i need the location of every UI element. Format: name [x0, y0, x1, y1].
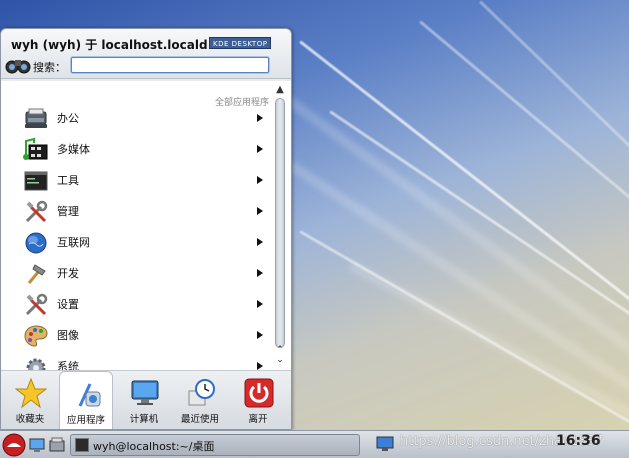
tab-favorites[interactable]: 收藏夹 — [3, 371, 57, 429]
menu-item-label: 互联网 — [57, 236, 90, 249]
taskbar: wyh@localhost:~/桌面 https://blog.csdn.net… — [0, 430, 629, 458]
tab-computer[interactable]: 计算机 — [117, 371, 171, 429]
tab-leave[interactable]: 离开 — [231, 371, 285, 429]
submenu-arrow-icon — [257, 114, 263, 122]
scroll-down-icon[interactable]: ⌃ ⌄ — [273, 345, 287, 369]
task-label: wyh@localhost:~/桌面 — [93, 440, 215, 453]
recent-clock-icon — [188, 379, 215, 406]
tab-label: 最近使用 — [180, 414, 219, 425]
search-input[interactable] — [71, 57, 269, 73]
submenu-arrow-icon — [257, 238, 263, 246]
menu-item-label: 设置 — [57, 298, 79, 311]
submenu-arrow-icon — [257, 145, 263, 153]
system-tools-icon — [25, 200, 48, 223]
list-scrollbar[interactable]: ▲ ⌃ ⌄ — [273, 83, 287, 369]
development-hammer-icon — [27, 264, 46, 284]
submenu-arrow-icon — [257, 207, 263, 215]
multimedia-icon — [23, 137, 48, 160]
menu-item-development[interactable]: 开发 — [1, 258, 271, 289]
menu-item-label: 开发 — [57, 267, 79, 280]
show-desktop-icon[interactable] — [28, 436, 46, 454]
submenu-arrow-icon — [257, 331, 263, 339]
menu-item-label: 图像 — [57, 329, 79, 342]
taskbar-clock[interactable]: 16:36 — [556, 433, 601, 449]
kickoff-menu: wyh (wyh) 于 localhost.localdomain KDE DE… — [0, 28, 292, 430]
internet-globe-icon — [25, 232, 47, 254]
terminal-icon — [75, 438, 89, 452]
tab-label: 收藏夹 — [15, 414, 45, 425]
menu-item-label: 办公 — [57, 112, 79, 125]
favorites-star-icon — [15, 377, 47, 409]
settings-tools-icon — [25, 293, 48, 316]
taskbar-task-terminal[interactable]: wyh@localhost:~/桌面 — [70, 434, 360, 456]
menu-item-label: 管理 — [57, 205, 79, 218]
user-host-label: wyh (wyh) 于 localhost.localdomain — [11, 38, 207, 52]
network-monitor-icon[interactable] — [376, 436, 394, 452]
tab-recently-used[interactable]: 最近使用 — [173, 371, 227, 429]
applications-icon — [78, 383, 101, 407]
search-label: 搜索： — [33, 61, 66, 74]
system-gear-icon — [26, 358, 46, 370]
graphics-palette-icon — [24, 325, 48, 347]
scrollbar-thumb[interactable] — [275, 98, 285, 348]
computer-monitor-icon — [131, 380, 159, 405]
menu-item-label: 工具 — [57, 174, 79, 187]
menu-item-label: 系统 — [57, 360, 79, 371]
submenu-arrow-icon — [257, 176, 263, 184]
utilities-terminal-icon — [24, 171, 48, 191]
menu-header: wyh (wyh) 于 localhost.localdomain KDE DE… — [1, 29, 291, 79]
submenu-arrow-icon — [257, 300, 263, 308]
menu-item-graphics[interactable]: 图像 — [1, 320, 271, 351]
tab-label: 离开 — [248, 414, 268, 425]
application-list: 全部应用程序 办公 多媒体 工具 管理 互联网 开发 设置 图像 系统 ▲ ⌃ … — [1, 81, 291, 371]
tab-label: 应用程序 — [66, 415, 105, 426]
leave-power-icon — [244, 378, 274, 408]
file-manager-icon[interactable] — [48, 436, 66, 454]
submenu-arrow-icon — [257, 269, 263, 277]
tab-applications[interactable]: 应用程序 — [59, 371, 113, 429]
menu-item-administration[interactable]: 管理 — [1, 196, 271, 227]
menu-item-label: 多媒体 — [57, 143, 90, 156]
kde-desktop-badge: KDE DESKTOP — [209, 37, 272, 49]
scroll-up-icon[interactable]: ▲ — [273, 83, 287, 97]
menu-item-utilities[interactable]: 工具 — [1, 165, 271, 196]
menu-item-system[interactable]: 系统 — [1, 351, 271, 371]
submenu-arrow-icon — [257, 362, 263, 370]
menu-item-settings[interactable]: 设置 — [1, 289, 271, 320]
menu-item-multimedia[interactable]: 多媒体 — [1, 134, 271, 165]
start-menu-icon[interactable] — [2, 433, 26, 457]
menu-item-office[interactable]: 办公 — [1, 103, 271, 134]
menu-item-internet[interactable]: 互联网 — [1, 227, 271, 258]
menu-tab-bar: 收藏夹 应用程序 计算机 最近使用 离开 — [1, 371, 291, 429]
office-typewriter-icon — [25, 108, 47, 128]
tab-label: 计算机 — [129, 414, 159, 425]
binoculars-icon — [5, 60, 31, 74]
